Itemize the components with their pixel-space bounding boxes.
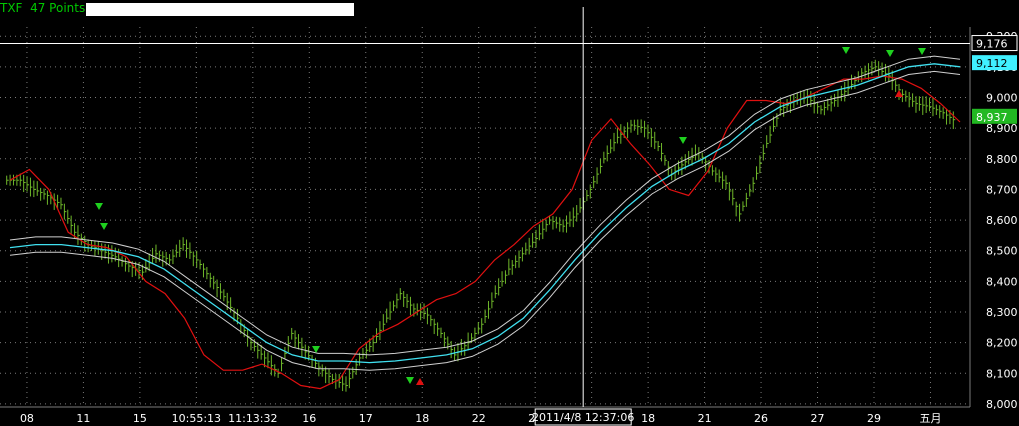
y-tick-label: 8,000 <box>986 398 1018 411</box>
x-tick-label: 15 <box>133 412 147 425</box>
x-tick-label: 22 <box>472 412 486 425</box>
y-tick-label: 8,100 <box>986 367 1018 380</box>
buy-arrow-icon <box>918 48 926 55</box>
x-tick-label: 11:13:32 <box>228 412 277 425</box>
x-tick-label: 26 <box>754 412 768 425</box>
y-tick-label: 8,800 <box>986 153 1018 166</box>
sell-arrow-icon <box>416 378 424 385</box>
chart-header: TXF 47 Points <box>0 1 85 15</box>
x-tick-label: 29 <box>867 412 881 425</box>
x-tick-label: 五月 <box>919 412 941 425</box>
price-chart[interactable]: 8,000 8,100 8,200 8,300 8,400 8,500 8,600 8,700… <box>0 0 1019 426</box>
buy-arrow-icon <box>100 223 108 230</box>
buy-arrow-icon <box>886 50 894 57</box>
interval-label: 47 Points <box>30 1 86 15</box>
price-badge-label: 8,937 <box>976 111 1008 124</box>
y-tick-label: 8,300 <box>986 306 1018 319</box>
buy-arrow-icon <box>406 377 414 384</box>
y-tick-label: 8,900 <box>986 122 1018 135</box>
search-box[interactable] <box>86 3 354 16</box>
y-tick-label: 8,600 <box>986 214 1018 227</box>
x-tick-label: 11 <box>76 412 90 425</box>
y-tick-label: 8,700 <box>986 183 1018 196</box>
y-tick-label: 8,400 <box>986 275 1018 288</box>
y-tick-label: 8,500 <box>986 245 1018 258</box>
lower-band <box>9 70 961 371</box>
crosshair-price-label: 9,176 <box>976 38 1008 51</box>
chart-area[interactable]: 8,000 8,100 8,200 8,300 8,400 8,500 8,600 8,700… <box>0 0 1019 426</box>
x-tick-label: 17 <box>359 412 373 425</box>
price-badge-label: 9,112 <box>976 57 1008 70</box>
y-tick-label: 9,000 <box>986 91 1018 104</box>
crosshair-time-label: 2011/4/8 12:37:06 <box>532 411 634 424</box>
x-tick-label: 21 <box>698 412 712 425</box>
x-tick-label: 27 <box>811 412 825 425</box>
buy-arrow-icon <box>95 203 103 210</box>
buy-arrow-icon <box>679 137 687 144</box>
x-tick-label: 16 <box>302 412 316 425</box>
x-tick-label: 10:55:13 <box>172 412 221 425</box>
buy-arrow-icon <box>842 47 850 54</box>
x-tick-label: 18 <box>415 412 429 425</box>
sell-arrow-icon <box>895 90 903 97</box>
x-tick-label: 18 <box>641 412 655 425</box>
x-tick-label: 08 <box>20 412 34 425</box>
symbol-label: TXF <box>0 1 23 15</box>
y-tick-label: 8,200 <box>986 337 1018 350</box>
